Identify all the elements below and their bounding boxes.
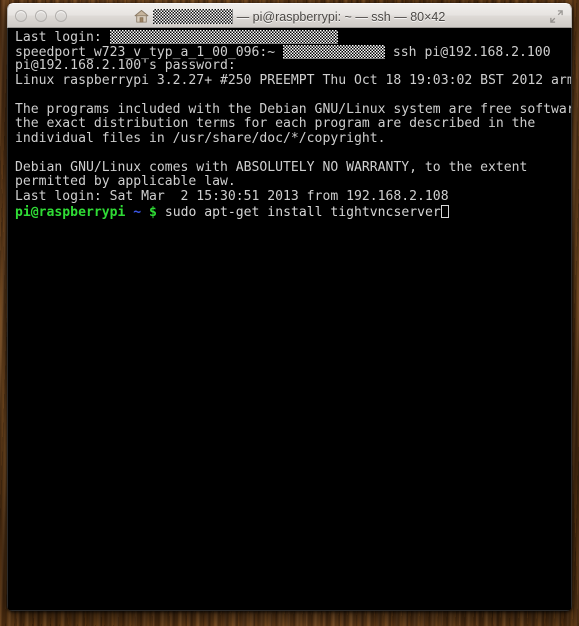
prompt-path: ~ [133,204,142,220]
terminal-line: individual files in /usr/share/doc/*/cop… [15,130,386,146]
command-input[interactable]: sudo apt-get install tightvncserver [165,205,441,220]
terminal-line: Linux raspberrypi 3.2.27+ #250 PREEMPT T… [15,72,572,88]
terminal-prompt-line[interactable]: pi@raspberrypi ~ $ sudo apt-get install … [15,204,571,220]
window-controls [15,10,67,22]
terminal-text: Last login: [15,30,110,45]
terminal-window[interactable]: — pi@raspberrypi: ~ — ssh — 80×42 Last l… [7,3,572,611]
zoom-button[interactable] [55,10,67,22]
prompt-sigil: $ [149,204,157,220]
terminal-body[interactable]: Last login: speedport_w723_v_typ_a_1_00_… [7,28,572,611]
window-titlebar[interactable]: — pi@raspberrypi: ~ — ssh — 80×42 [7,3,572,28]
prompt-user-host: pi@raspberrypi [15,204,126,220]
terminal-line: permitted by applicable law. [15,174,236,190]
minimize-button[interactable] [35,10,47,22]
redaction-block [109,30,338,44]
close-button[interactable] [15,10,27,22]
window-title-text: — pi@raspberrypi: ~ — ssh — 80×42 [236,9,446,24]
window-title-area: — pi@raspberrypi: ~ — ssh — 80×42 [8,4,571,29]
terminal-line: pi@192.168.2.100's password: [15,58,236,74]
title-redaction-block [152,9,233,24]
terminal-text: ssh pi@192.168.2.100 [385,44,551,60]
terminal-line: Last login: Sat Mar 2 15:30:51 2013 from… [15,189,449,205]
terminal-line: The programs included with the Debian GN… [15,101,572,117]
terminal-line: Last login: [15,30,571,45]
terminal-line: speedport_w723_v_typ_a_1_00_096:~ ssh pi… [15,44,571,60]
terminal-line: the exact distribution terms for each pr… [15,116,536,132]
text-cursor [440,204,449,218]
home-icon [134,9,149,24]
terminal-line: Debian GNU/Linux comes with ABSOLUTELY N… [15,159,528,175]
redaction-block [283,44,386,59]
